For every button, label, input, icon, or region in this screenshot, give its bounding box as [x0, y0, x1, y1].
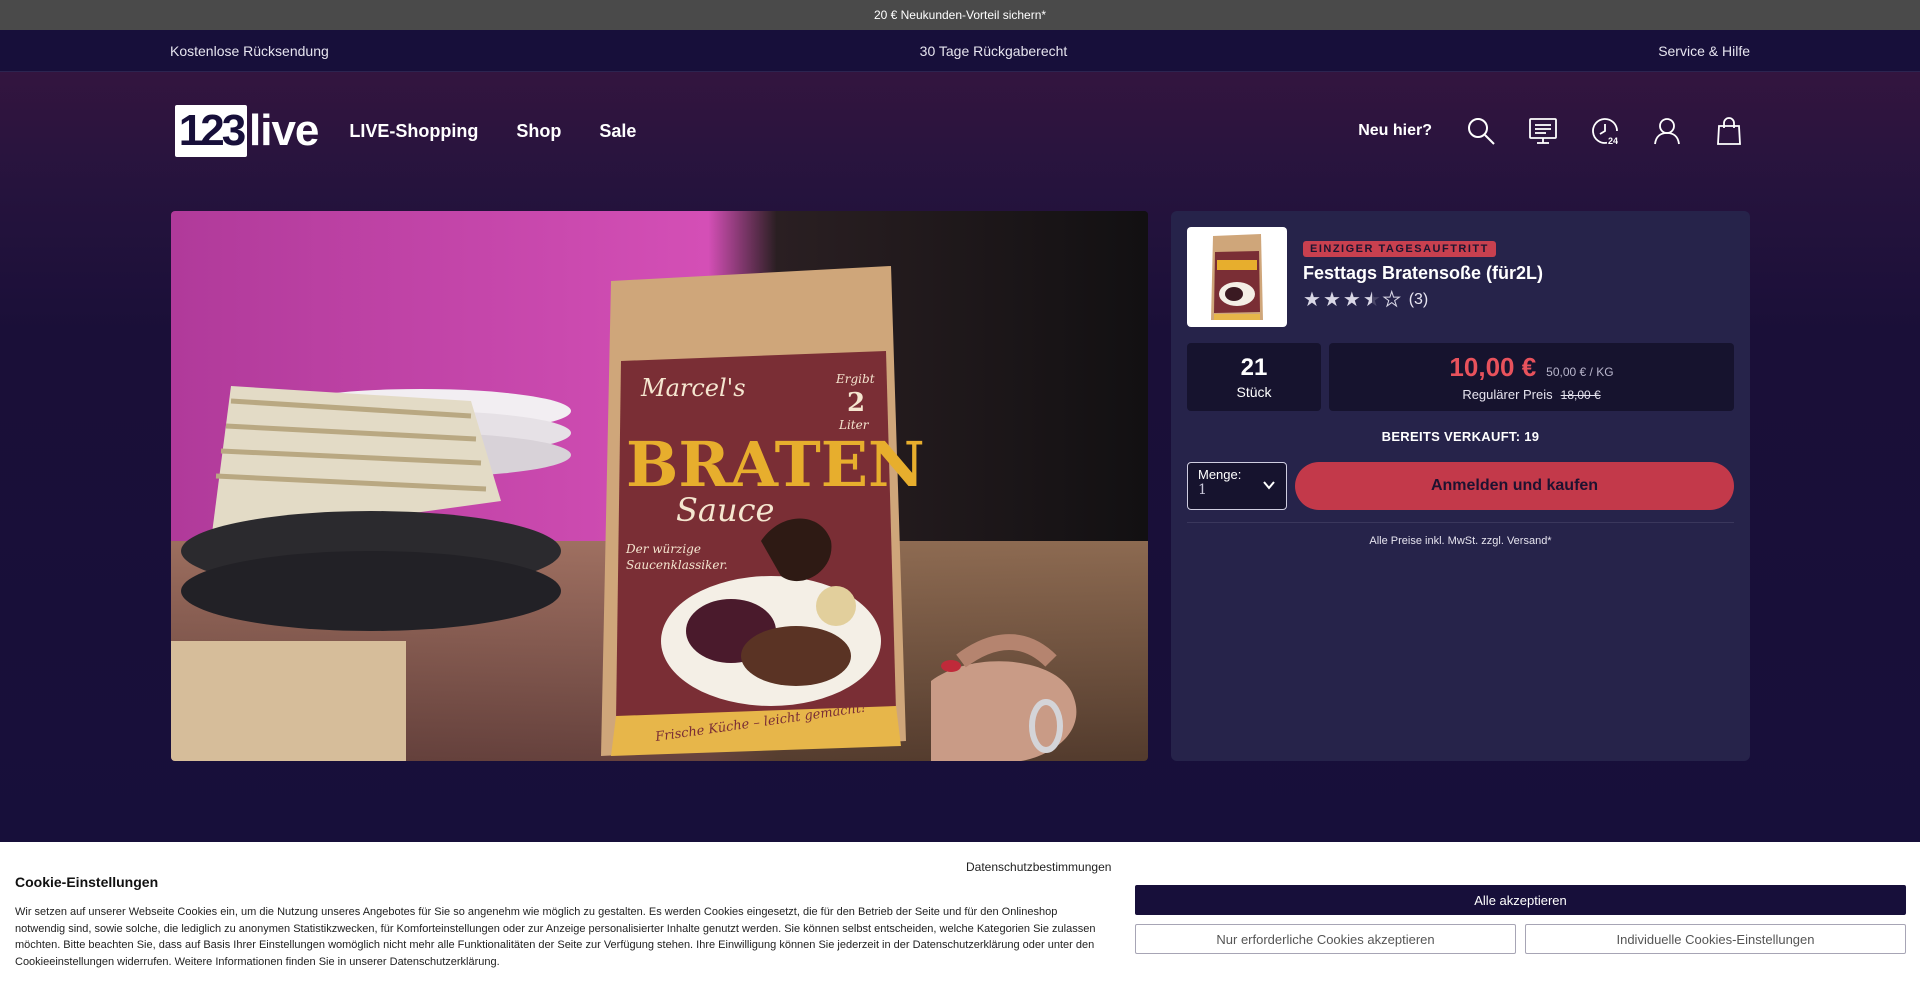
- package-tagline-2: Saucenklassiker.: [626, 558, 728, 572]
- package-brand: Marcel's: [640, 374, 746, 402]
- star-half-icon: ★: [1362, 289, 1381, 311]
- stock-box: 21 Stück: [1187, 343, 1321, 411]
- product-info: EINZIGER TAGESAUFTRITT Festtags Bratenso…: [1303, 227, 1543, 327]
- svg-text:24: 24: [1608, 136, 1618, 146]
- nav-sale[interactable]: Sale: [599, 121, 636, 142]
- service-help-link[interactable]: Service & Hilfe: [1658, 43, 1750, 59]
- logo[interactable]: 123 live: [175, 105, 319, 157]
- divider: [1187, 522, 1734, 523]
- package-badge-big: 2: [847, 388, 865, 418]
- video-frame: Marcel's Ergibt 2 Liter BRATEN Sauce Der…: [171, 211, 1148, 761]
- regular-price-label: Regulärer Preis: [1462, 387, 1553, 402]
- product-header: EINZIGER TAGESAUFTRITT Festtags Bratenso…: [1187, 227, 1734, 327]
- package-tagline-1: Der würzige: [625, 542, 701, 556]
- current-price: 10,00 €: [1449, 352, 1537, 382]
- logo-box: 123: [175, 105, 247, 157]
- login-and-buy-button[interactable]: Anmelden und kaufen: [1295, 462, 1734, 510]
- free-returns-text: Kostenlose Rücksendung: [170, 42, 329, 59]
- promo-bar[interactable]: 20 € Neukunden-Vorteil sichern*: [0, 0, 1920, 30]
- main-nav: LIVE-Shopping Shop Sale: [349, 121, 636, 142]
- cookie-text: Wir setzen auf unserer Webseite Cookies …: [15, 906, 1096, 968]
- product-thumbnail-image: [1211, 234, 1263, 320]
- privacy-link[interactable]: Datenschutzbestimmungen: [966, 860, 1111, 874]
- new-here-link[interactable]: Neu hier?: [1358, 122, 1432, 140]
- buy-row: Menge: 1 Anmelden und kaufen: [1187, 462, 1734, 510]
- stock-unit: Stück: [1236, 384, 1272, 400]
- nav-live-shopping[interactable]: LIVE-Shopping: [349, 121, 478, 142]
- logo-text: live: [249, 106, 319, 155]
- price-box: 10,00 € 50,00 € / KG Regulärer Preis 18,0…: [1329, 343, 1734, 411]
- only-required-button[interactable]: Nur erforderliche Cookies akzeptieren: [1135, 924, 1516, 954]
- clock-24-icon[interactable]: 24: [1589, 115, 1621, 147]
- account-icon[interactable]: [1651, 115, 1683, 147]
- accept-all-button[interactable]: Alle akzeptieren: [1135, 885, 1906, 915]
- main-header: 123 live LIVE-Shopping Shop Sale Neu hie…: [0, 72, 1920, 190]
- package-badge-top: Ergibt: [835, 372, 875, 386]
- cart-icon[interactable]: [1713, 115, 1745, 147]
- vat-note: Alle Preise inkl. MwSt. zzgl. Versand*: [1369, 535, 1552, 547]
- star-empty-icon: ★: [1382, 289, 1401, 311]
- return-policy-text: 30 Tage Rückgaberecht: [919, 42, 1068, 59]
- tv-program-icon[interactable]: [1527, 115, 1559, 147]
- package-title: BRATEN: [626, 428, 925, 501]
- nav-shop[interactable]: Shop: [516, 121, 561, 142]
- price-row: 21 Stück 10,00 € 50,00 € / KG Regulärer …: [1187, 343, 1734, 411]
- exclusive-badge: EINZIGER TAGESAUFTRITT: [1303, 241, 1496, 257]
- rating-count: (3): [1408, 291, 1429, 308]
- star-full-icon: ★: [1342, 289, 1361, 311]
- star-full-icon: ★: [1303, 289, 1321, 311]
- stock-number: 21: [1240, 354, 1268, 381]
- search-icon[interactable]: [1465, 115, 1497, 147]
- unit-price: 50,00 € / KG: [1546, 365, 1614, 379]
- header-actions: Neu hier? 24: [1358, 115, 1745, 147]
- individual-settings-button[interactable]: Individuelle Cookies-Einstellungen: [1525, 924, 1906, 954]
- quantity-select[interactable]: Menge: 1: [1187, 462, 1287, 510]
- promo-text[interactable]: 20 € Neukunden-Vorteil sichern*: [874, 8, 1046, 22]
- star-full-icon: ★: [1322, 289, 1341, 311]
- package-subtitle: Sauce: [676, 491, 774, 529]
- product-rating[interactable]: ★ ★ ★ ★ ★ (3): [1303, 289, 1543, 311]
- sold-count: BEREITS VERKAUFT: 19: [1381, 429, 1540, 444]
- product-thumbnail[interactable]: [1187, 227, 1287, 327]
- cookie-banner: Cookie-Einstellungen Wir setzen auf unse…: [0, 842, 1920, 993]
- chevron-down-icon: [1263, 481, 1275, 490]
- product-panel: EINZIGER TAGESAUFTRITT Festtags Bratenso…: [1171, 211, 1750, 761]
- product-title[interactable]: Festtags Bratensoße (für2L): [1303, 263, 1543, 284]
- live-video-player[interactable]: Marcel's Ergibt 2 Liter BRATEN Sauce Der…: [171, 211, 1148, 761]
- info-bar: Kostenlose Rücksendung 30 Tage Rückgaber…: [0, 30, 1920, 72]
- regular-price: 18,00 €: [1560, 388, 1601, 402]
